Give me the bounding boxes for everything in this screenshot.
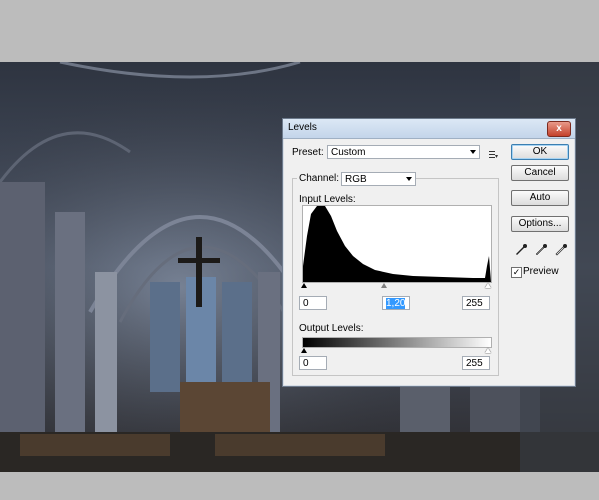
output-black-slider[interactable] bbox=[301, 348, 307, 353]
preset-value: Custom bbox=[331, 147, 366, 158]
output-white-slider[interactable] bbox=[485, 348, 491, 353]
preset-label: Preset: bbox=[292, 147, 324, 158]
options-button[interactable]: Options... bbox=[511, 216, 569, 232]
dialog-title: Levels bbox=[288, 122, 317, 133]
channel-select[interactable]: RGB bbox=[341, 172, 416, 186]
input-black-field[interactable]: 0 bbox=[299, 296, 327, 310]
chevron-down-icon bbox=[470, 150, 476, 154]
black-eyedropper-icon[interactable] bbox=[515, 243, 527, 255]
preview-label: Preview bbox=[523, 266, 559, 277]
cancel-button[interactable]: Cancel bbox=[511, 165, 569, 181]
preset-options-icon[interactable] bbox=[489, 146, 498, 158]
input-gamma-field[interactable]: 1,20 bbox=[382, 296, 410, 310]
input-levels-label: Input Levels: bbox=[299, 194, 356, 205]
preview-checkbox[interactable]: ✓ bbox=[511, 267, 522, 278]
gray-eyedropper-icon[interactable] bbox=[535, 243, 547, 256]
white-eyedropper-icon[interactable] bbox=[555, 243, 567, 256]
chevron-down-icon bbox=[406, 177, 412, 181]
input-gamma-value: 1,20 bbox=[386, 298, 406, 309]
channel-label: Channel: bbox=[297, 173, 342, 184]
channel-value: RGB bbox=[345, 174, 367, 185]
output-gradient-bar bbox=[302, 337, 492, 348]
auto-button[interactable]: Auto bbox=[511, 190, 569, 206]
preset-select[interactable]: Custom bbox=[327, 145, 480, 159]
close-icon[interactable]: x bbox=[547, 121, 571, 137]
histogram bbox=[302, 205, 492, 283]
input-white-field[interactable]: 255 bbox=[462, 296, 490, 310]
input-white-slider[interactable] bbox=[485, 283, 491, 288]
input-gamma-slider[interactable] bbox=[381, 283, 387, 288]
output-levels-label: Output Levels: bbox=[299, 323, 364, 334]
dialog-titlebar[interactable]: Levels x bbox=[283, 119, 575, 139]
output-white-field[interactable]: 255 bbox=[462, 356, 490, 370]
input-black-slider[interactable] bbox=[301, 283, 307, 288]
ok-button[interactable]: OK bbox=[511, 144, 569, 160]
levels-dialog: Levels x Preset: Custom OK Cancel Auto O… bbox=[282, 118, 576, 387]
output-black-field[interactable]: 0 bbox=[299, 356, 327, 370]
